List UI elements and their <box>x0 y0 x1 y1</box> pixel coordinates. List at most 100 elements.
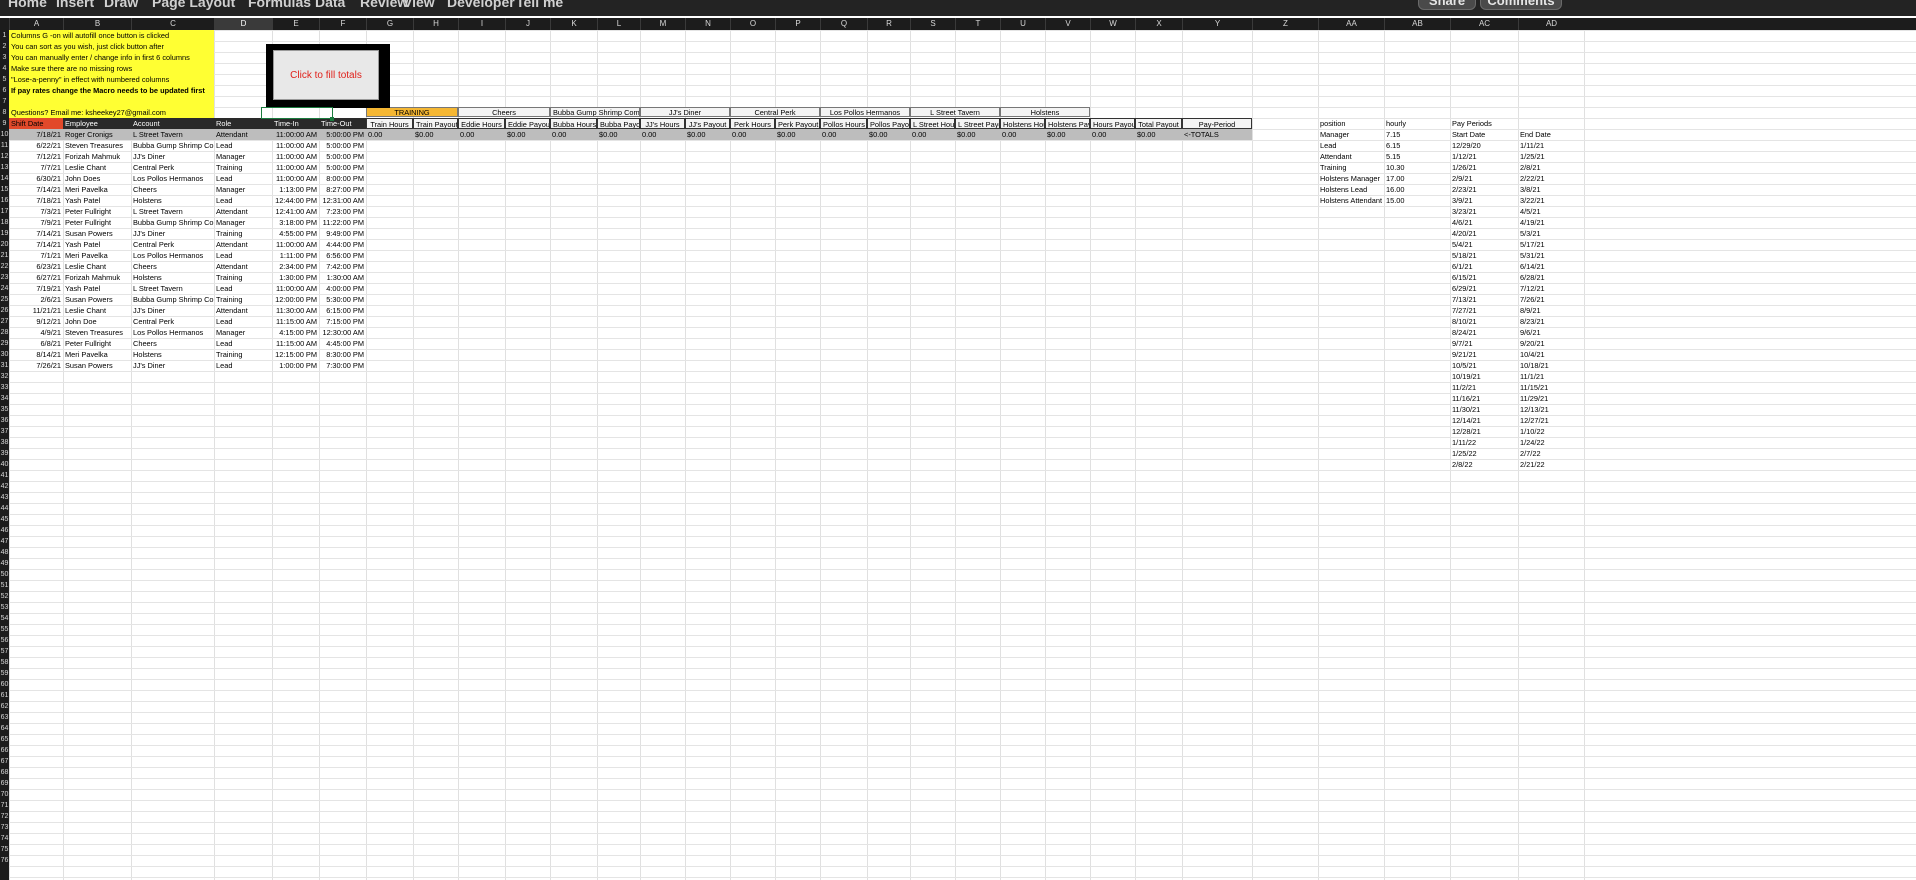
column-header-ad[interactable]: AD <box>1518 18 1584 30</box>
header-l-street-payout[interactable]: L Street Payout <box>955 118 1000 129</box>
column-header-s[interactable]: S <box>910 18 955 30</box>
pay-period-end[interactable]: 11/29/21 <box>1518 393 1584 404</box>
column-header-m[interactable]: M <box>640 18 685 30</box>
pay-period-start[interactable]: 4/20/21 <box>1450 228 1518 239</box>
row-header-73[interactable]: 73 <box>0 822 9 833</box>
row-header-12[interactable]: 12 <box>0 151 9 162</box>
row-header-7[interactable]: 7 <box>0 96 9 107</box>
total-value[interactable]: 0.00 <box>1090 129 1135 140</box>
shift-cell[interactable]: Attendant <box>214 305 272 316</box>
shift-cell[interactable]: Yash Patel <box>63 283 131 294</box>
pay-period-end[interactable]: 6/14/21 <box>1518 261 1584 272</box>
pay-period-start[interactable]: 6/15/21 <box>1450 272 1518 283</box>
row-header-29[interactable]: 29 <box>0 338 9 349</box>
column-header-n[interactable]: N <box>685 18 730 30</box>
rate-position[interactable]: Lead <box>1318 140 1384 151</box>
pay-period-end[interactable]: 7/12/21 <box>1518 283 1584 294</box>
shift-cell[interactable]: 11:00:00 AM <box>272 162 319 173</box>
shift-cell[interactable]: Forizah Mahmuk <box>63 272 131 283</box>
pay-period-start[interactable]: 11/30/21 <box>1450 404 1518 415</box>
shift-cell[interactable]: 11:00:00 AM <box>272 140 319 151</box>
pay-period-start[interactable]: 1/25/22 <box>1450 448 1518 459</box>
row-header-5[interactable]: 5 <box>0 74 9 85</box>
column-header-q[interactable]: Q <box>820 18 867 30</box>
pay-periods-title[interactable]: Pay Periods <box>1450 118 1518 129</box>
shift-cell[interactable]: Lead <box>214 173 272 184</box>
shift-cell[interactable]: 12:41:00 AM <box>272 206 319 217</box>
shift-cell[interactable]: 4:55:00 PM <box>272 228 319 239</box>
pay-period-start[interactable]: 2/9/21 <box>1450 173 1518 184</box>
shift-cell[interactable]: 6/23/21 <box>9 261 63 272</box>
row-header-3[interactable]: 3 <box>0 52 9 63</box>
row-header-20[interactable]: 20 <box>0 239 9 250</box>
shift-cell[interactable]: Attendant <box>214 261 272 272</box>
menu-draw[interactable]: Draw <box>104 0 138 10</box>
total-value[interactable]: 0.00 <box>1000 129 1045 140</box>
shift-cell[interactable]: Training <box>214 294 272 305</box>
shift-cell[interactable]: 7/26/21 <box>9 360 63 371</box>
row-header-59[interactable]: 59 <box>0 668 9 679</box>
pay-period-end[interactable]: 1/11/21 <box>1518 140 1584 151</box>
shift-cell[interactable]: 4:45:00 PM <box>319 338 366 349</box>
row-header-2[interactable]: 2 <box>0 41 9 52</box>
shift-cell[interactable]: Lead <box>214 140 272 151</box>
shift-cell[interactable]: 11:22:00 PM <box>319 217 366 228</box>
shift-cell[interactable]: 7/3/21 <box>9 206 63 217</box>
row-header-55[interactable]: 55 <box>0 624 9 635</box>
row-header-43[interactable]: 43 <box>0 492 9 503</box>
shift-cell[interactable]: Peter Fullright <box>63 206 131 217</box>
shift-cell[interactable]: Cheers <box>131 338 214 349</box>
pay-period-start[interactable]: 7/13/21 <box>1450 294 1518 305</box>
shift-cell[interactable]: Susan Powers <box>63 360 131 371</box>
total-value[interactable]: 0.00 <box>366 129 413 140</box>
menu-insert[interactable]: Insert <box>56 0 94 10</box>
column-header-h[interactable]: H <box>413 18 458 30</box>
shift-cell[interactable]: 6:15:00 PM <box>319 305 366 316</box>
pay-period-start[interactable]: 1/12/21 <box>1450 151 1518 162</box>
pay-period-end[interactable]: 12/13/21 <box>1518 404 1584 415</box>
shift-cell[interactable]: 7/18/21 <box>9 129 63 140</box>
row-header-74[interactable]: 74 <box>0 833 9 844</box>
note-line[interactable]: You can manually enter / change info in … <box>9 52 214 63</box>
pay-period-end[interactable]: 9/6/21 <box>1518 327 1584 338</box>
shift-cell[interactable]: 11:00:00 AM <box>272 283 319 294</box>
row-header-1[interactable]: 1 <box>0 30 9 41</box>
shift-cell[interactable]: Central Perk <box>131 162 214 173</box>
pay-period-end[interactable]: 4/19/21 <box>1518 217 1584 228</box>
menu-data[interactable]: Data <box>315 0 345 10</box>
group-header-training[interactable]: TRAINING <box>366 107 458 117</box>
shift-cell[interactable]: Training <box>214 162 272 173</box>
shift-cell[interactable]: Central Perk <box>131 239 214 250</box>
header-eddie-payout[interactable]: Eddie Payout <box>505 118 550 129</box>
row-header-72[interactable]: 72 <box>0 811 9 822</box>
row-header-30[interactable]: 30 <box>0 349 9 360</box>
row-header-23[interactable]: 23 <box>0 272 9 283</box>
header-shift-date[interactable]: Shift Date <box>9 118 63 129</box>
shift-cell[interactable]: Meri Pavelka <box>63 250 131 261</box>
row-header-22[interactable]: 22 <box>0 261 9 272</box>
total-value[interactable]: $0.00 <box>775 129 820 140</box>
shift-cell[interactable]: Peter Fullright <box>63 217 131 228</box>
shift-cell[interactable]: Lead <box>214 283 272 294</box>
shift-cell[interactable]: John Does <box>63 173 131 184</box>
shift-cell[interactable]: Susan Powers <box>63 294 131 305</box>
shift-cell[interactable]: 7/14/21 <box>9 239 63 250</box>
row-header-47[interactable]: 47 <box>0 536 9 547</box>
pay-period-end[interactable]: 3/22/21 <box>1518 195 1584 206</box>
note-line[interactable]: You can sort as you wish, just click but… <box>9 41 214 52</box>
column-header-d[interactable]: D <box>214 18 272 30</box>
column-header-c[interactable]: C <box>131 18 214 30</box>
pay-period-end[interactable]: 10/4/21 <box>1518 349 1584 360</box>
shift-cell[interactable]: 7/14/21 <box>9 184 63 195</box>
total-value[interactable]: $0.00 <box>505 129 550 140</box>
row-header-18[interactable]: 18 <box>0 217 9 228</box>
shift-cell[interactable]: Manager <box>214 217 272 228</box>
rate-hourly[interactable]: 16.00 <box>1384 184 1450 195</box>
shift-cell[interactable]: Steven Treasures <box>63 327 131 338</box>
row-header-50[interactable]: 50 <box>0 569 9 580</box>
shift-cell[interactable]: Cheers <box>131 261 214 272</box>
menu-review[interactable]: Review <box>360 0 408 10</box>
column-header-z[interactable]: Z <box>1252 18 1318 30</box>
shift-cell[interactable]: Lead <box>214 338 272 349</box>
pay-period-start[interactable]: 3/9/21 <box>1450 195 1518 206</box>
